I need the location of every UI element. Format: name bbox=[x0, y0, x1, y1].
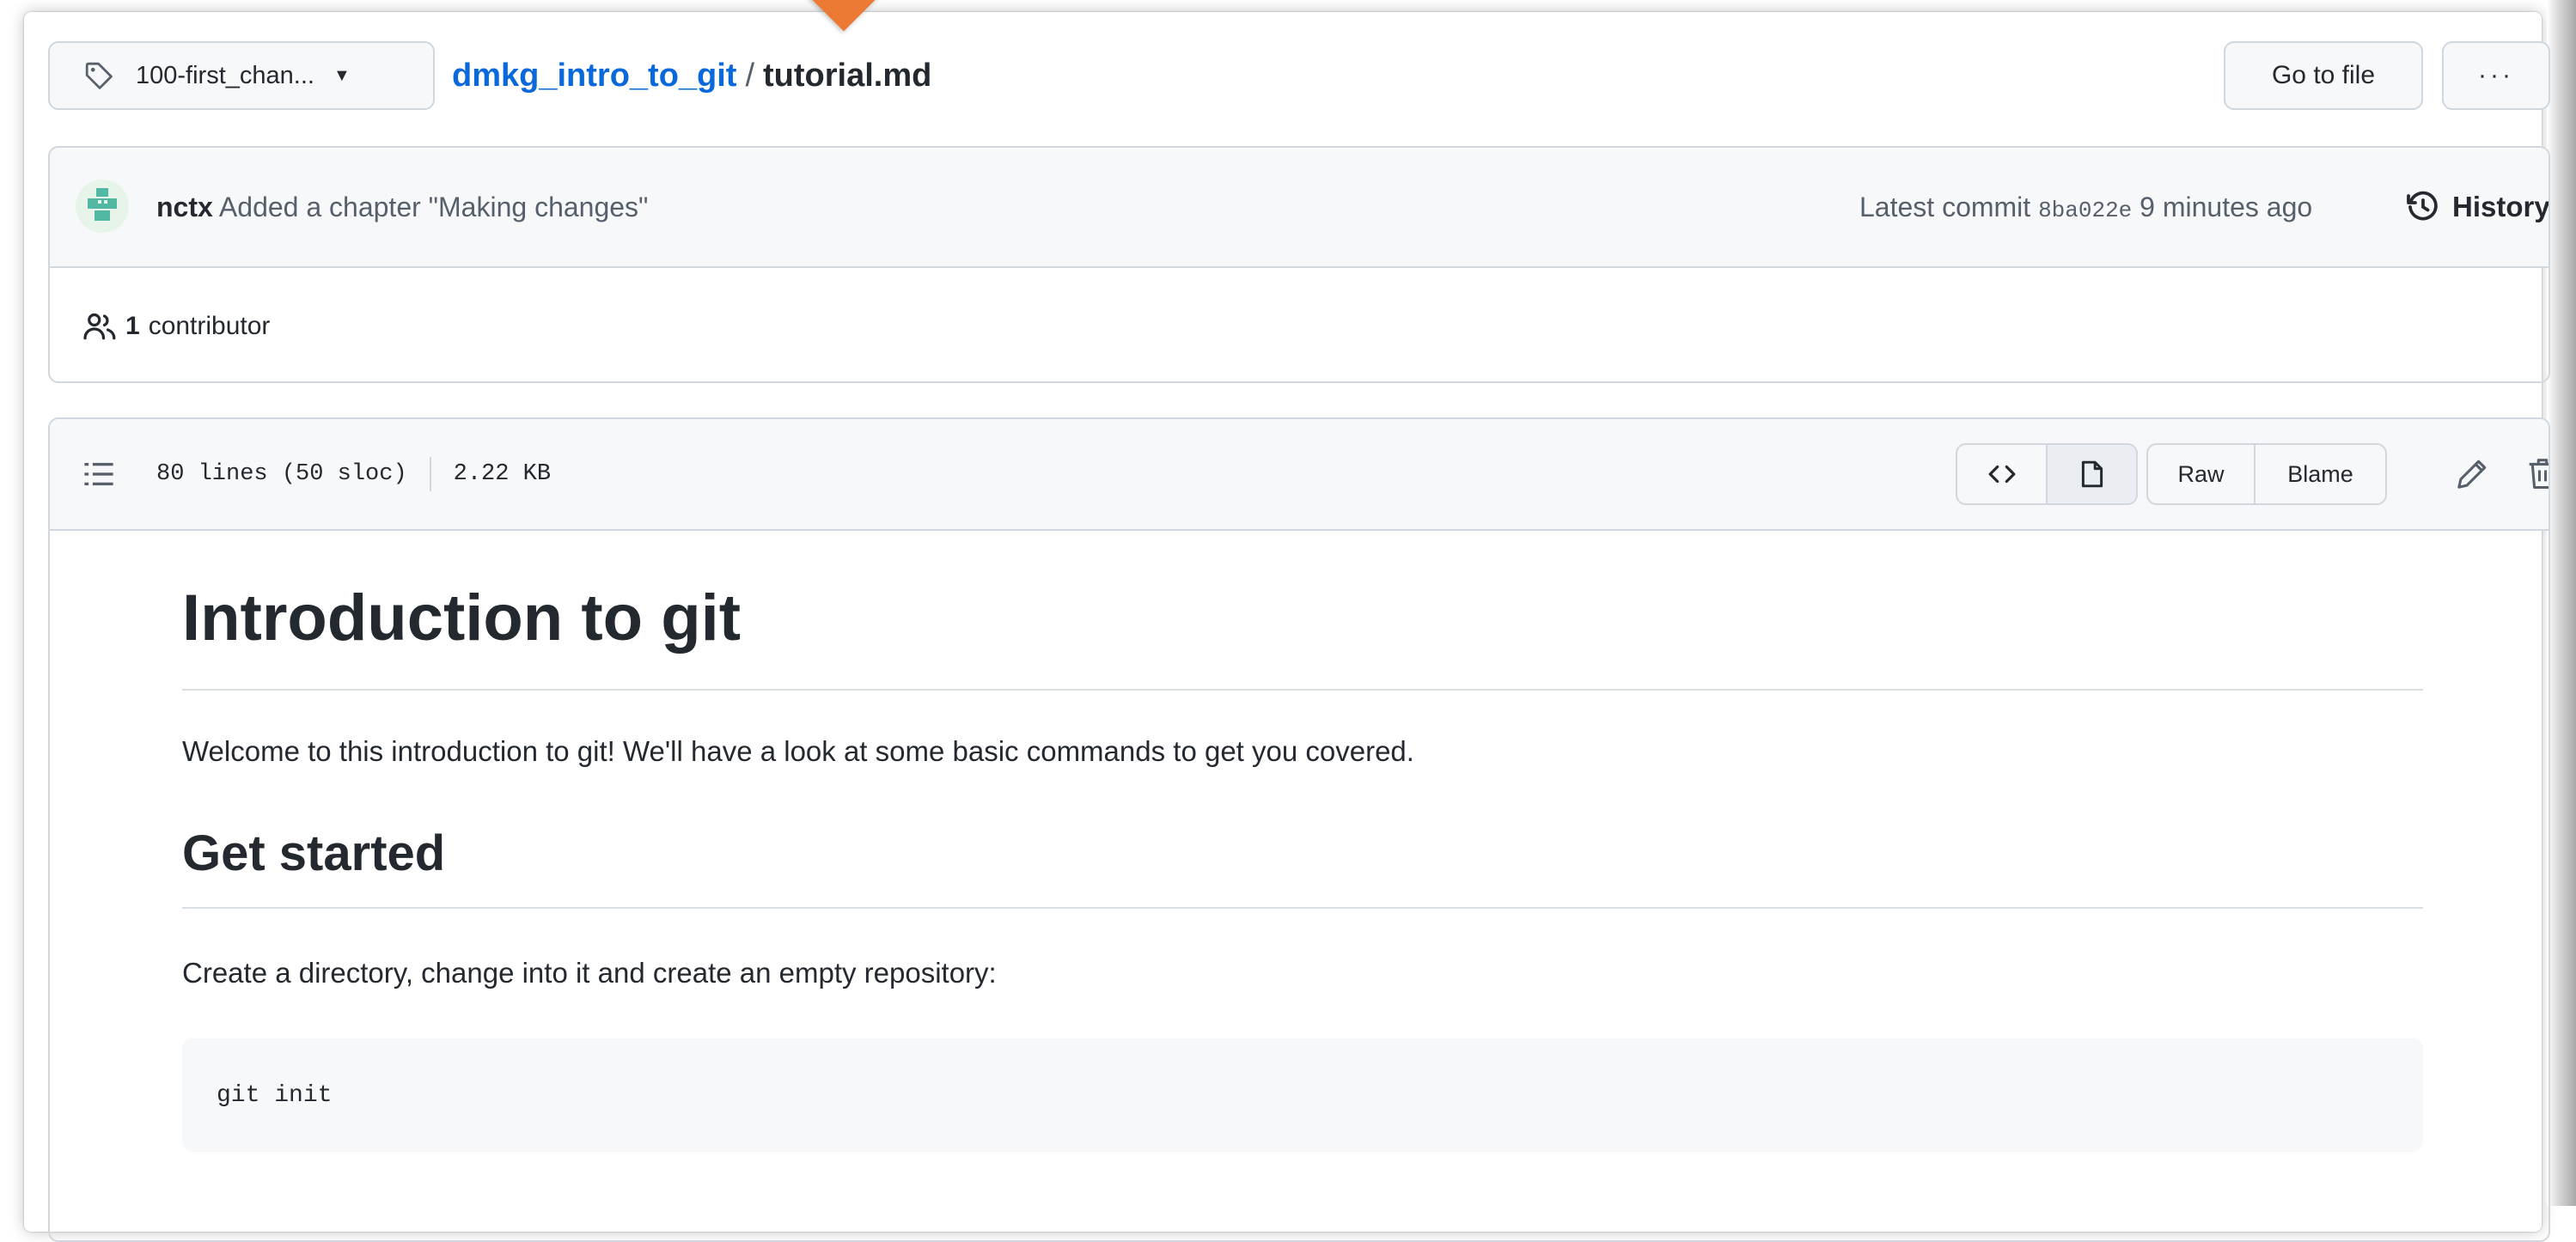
tag-icon bbox=[85, 62, 113, 89]
contributor-label: contributor bbox=[148, 312, 271, 340]
history-link[interactable]: History bbox=[2406, 190, 2550, 224]
file-viewer: 80 lines (50 sloc) 2.22 KB Raw Blame Int… bbox=[48, 417, 2550, 1242]
code-block: git init bbox=[182, 1038, 2423, 1153]
chevron-down-icon: ▼ bbox=[333, 65, 351, 85]
markdown-body: Introduction to git Welcome to this intr… bbox=[182, 531, 2423, 1153]
trash-icon[interactable] bbox=[2526, 456, 2550, 490]
history-icon bbox=[2407, 191, 2438, 221]
display-rendered-button[interactable] bbox=[2046, 445, 2136, 503]
commit-time: 9 minutes ago bbox=[2140, 191, 2313, 222]
file-size: 2.22 KB bbox=[453, 461, 552, 487]
commit-message-link[interactable]: Added a chapter "Making changes" bbox=[219, 192, 648, 222]
file-icon bbox=[2081, 460, 2103, 488]
readme-heading-1: Introduction to git bbox=[182, 531, 2423, 691]
breadcrumb-file-name: tutorial.md bbox=[763, 57, 932, 94]
more-options-button[interactable]: ··· bbox=[2442, 41, 2550, 110]
raw-button[interactable]: Raw bbox=[2148, 445, 2254, 503]
avatar[interactable] bbox=[76, 180, 129, 233]
readme-heading-2: Get started bbox=[182, 826, 2423, 910]
breadcrumb-repo-link[interactable]: dmkg_intro_to_git bbox=[452, 58, 736, 94]
blame-button[interactable]: Blame bbox=[2254, 445, 2385, 503]
branch-name: 100-first_chan... bbox=[136, 61, 314, 89]
contributor-count: 1 bbox=[125, 312, 140, 340]
go-to-file-button[interactable]: Go to file bbox=[2224, 41, 2423, 110]
history-label: History bbox=[2452, 191, 2550, 222]
latest-commit-row: nctx Added a chapter "Making changes" La… bbox=[50, 148, 2549, 268]
code-icon bbox=[1988, 465, 2015, 484]
breadcrumb-separator: / bbox=[745, 57, 755, 94]
step-paragraph: Create a directory, change into it and c… bbox=[182, 957, 997, 989]
raw-blame-group: Raw Blame bbox=[2146, 443, 2387, 505]
commit-meta: Latest commit 8ba022e 9 minutes ago bbox=[1859, 192, 2312, 223]
latest-commit-label: Latest commit bbox=[1859, 191, 2031, 222]
file-info: 80 lines (50 sloc) 2.22 KB bbox=[156, 457, 551, 491]
view-mode-toggle bbox=[1956, 443, 2138, 505]
branch-selector-button[interactable]: 100-first_chan... ▼ bbox=[48, 41, 435, 110]
divider bbox=[429, 457, 431, 491]
commit-author-link[interactable]: nctx bbox=[156, 192, 213, 222]
display-source-button[interactable] bbox=[1957, 445, 2046, 503]
intro-paragraph: Welcome to this introduction to git! We'… bbox=[182, 734, 1414, 767]
window-edge bbox=[2547, 0, 2576, 1206]
breadcrumb: dmkg_intro_to_git / tutorial.md bbox=[452, 50, 931, 101]
file-lines: 80 lines (50 sloc) bbox=[156, 461, 407, 487]
contributors-row[interactable]: 1 contributor bbox=[50, 268, 2549, 381]
list-outline-icon[interactable] bbox=[82, 458, 115, 490]
commit-message: nctx Added a chapter "Making changes" bbox=[156, 192, 648, 223]
identicon-icon bbox=[88, 188, 117, 221]
pencil-icon[interactable] bbox=[2456, 458, 2488, 490]
commit-sha-link[interactable]: 8ba022e bbox=[2038, 198, 2132, 223]
file-header: 80 lines (50 sloc) 2.22 KB Raw Blame bbox=[50, 419, 2549, 531]
people-icon bbox=[83, 313, 116, 340]
commit-info-box: nctx Added a chapter "Making changes" La… bbox=[48, 146, 2550, 383]
